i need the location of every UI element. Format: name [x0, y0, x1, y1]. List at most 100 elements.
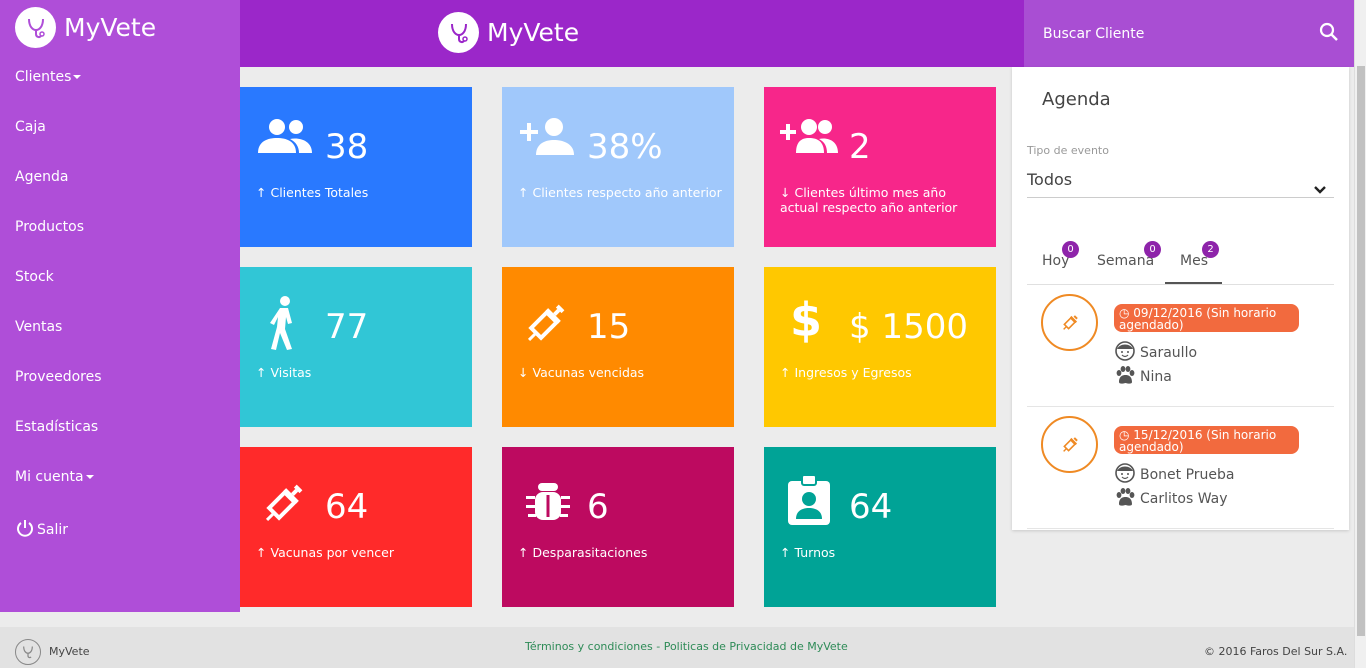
search-box: [1024, 0, 1354, 67]
sidebar-item-label: Stock: [15, 269, 54, 285]
event-type-select[interactable]: Todos: [1027, 170, 1072, 189]
search-icon[interactable]: [1319, 22, 1339, 46]
event-client[interactable]: Bonet Prueba: [1114, 462, 1235, 488]
tile-label: ↑ Clientes Totales: [256, 185, 461, 200]
tile-label-text: Vacunas vencidas: [532, 365, 645, 380]
dollar-icon: $: [790, 293, 823, 347]
agenda-panel: Agenda Tipo de evento Todos Hoy 0 Semana…: [1012, 67, 1349, 530]
header-brand[interactable]: MyVete: [438, 12, 579, 53]
badge-icon: [786, 474, 832, 531]
sidebar-item-label: Proveedores: [15, 369, 102, 385]
select-underline: [1027, 197, 1334, 198]
tile-clientes-totales[interactable]: 38 ↑ Clientes Totales: [240, 87, 472, 247]
paw-icon: [1114, 486, 1136, 512]
event-date: 09/12/2016 (Sin horario agendado): [1119, 306, 1277, 332]
tile-vacunas-por-vencer[interactable]: 64 ↑ Vacunas por vencer: [240, 447, 472, 607]
users-icon: [256, 117, 314, 161]
sidebar-brand[interactable]: MyVete: [15, 7, 156, 48]
tile-value: 77: [325, 307, 369, 347]
tile-turnos[interactable]: 64 ↑ Turnos: [764, 447, 996, 607]
stethoscope-logo-icon: [15, 7, 56, 48]
caret-down-icon: [85, 475, 94, 479]
tile-value: $ 1500: [849, 307, 968, 347]
tile-label-text: Turnos: [794, 545, 836, 560]
arrow-down-icon: ↓: [518, 365, 529, 380]
scrollbar-thumb[interactable]: [1357, 66, 1365, 636]
tile-value: 15: [587, 307, 631, 347]
tile-label: ↑ Ingresos y Egresos: [780, 365, 985, 380]
tile-ingresos-egresos[interactable]: $ $ 1500 ↑ Ingresos y Egresos: [764, 267, 996, 427]
search-input[interactable]: [1043, 25, 1313, 42]
sidebar-item-label: Mi cuenta: [15, 469, 84, 485]
face-icon: [1114, 340, 1136, 366]
page-scrollbar[interactable]: [1354, 0, 1366, 668]
footer-legal-links[interactable]: Términos y condiciones - Politicas de Pr…: [525, 640, 848, 653]
event-date-badge: ◷ 09/12/2016 (Sin horario agendado): [1114, 304, 1299, 332]
tile-label: ↓ Clientes último mes año actual respecto…: [780, 185, 985, 215]
sidebar: MyVete Clientes Caja Agenda Productos St…: [0, 0, 240, 612]
arrow-up-icon: ↑: [256, 545, 267, 560]
tile-label: ↑ Turnos: [780, 545, 985, 560]
client-name: Saraullo: [1140, 345, 1198, 361]
caret-down-icon: [73, 75, 82, 79]
sidebar-item-productos[interactable]: Productos: [15, 219, 84, 235]
tile-visitas[interactable]: 77 ↑ Visitas: [240, 267, 472, 427]
add-user-icon: [518, 117, 576, 161]
footer: MyVete Términos y condiciones - Politica…: [0, 627, 1354, 668]
tile-clientes-ultimo-mes[interactable]: 2 ↓ Clientes último mes año actual respec…: [764, 87, 996, 247]
sidebar-item-salir[interactable]: Salir: [15, 518, 68, 542]
sidebar-item-stock[interactable]: Stock: [15, 269, 54, 285]
client-name: Bonet Prueba: [1140, 467, 1235, 483]
event-client[interactable]: Saraullo: [1114, 340, 1197, 366]
tile-label-text: Vacunas por vencer: [270, 545, 394, 560]
tile-value: 38: [325, 127, 369, 167]
face-icon: [1114, 462, 1136, 488]
arrow-up-icon: ↑: [518, 545, 529, 560]
vaccine-event-icon[interactable]: [1041, 294, 1098, 351]
footer-brand: MyVete: [49, 645, 90, 658]
tile-label: ↑ Desparasitaciones: [518, 545, 723, 560]
event-pet[interactable]: Nina: [1114, 364, 1172, 390]
syringe-icon: [260, 479, 308, 531]
tile-clientes-anterior[interactable]: 38% ↑ Clientes respecto año anterior: [502, 87, 734, 247]
tab-divider: [1027, 284, 1334, 285]
sidebar-item-caja[interactable]: Caja: [15, 119, 46, 135]
tile-value: 2: [849, 127, 871, 167]
bug-icon: [526, 479, 570, 527]
tile-label-text: Desparasitaciones: [532, 545, 648, 560]
sidebar-item-agenda[interactable]: Agenda: [15, 169, 68, 185]
active-tab-indicator: [1165, 282, 1222, 284]
tile-label-text: Clientes Totales: [270, 185, 369, 200]
event-pet[interactable]: Carlitos Way: [1114, 486, 1228, 512]
tab-count-badge: 2: [1202, 241, 1219, 258]
event-date: 15/12/2016 (Sin horario agendado): [1119, 428, 1277, 454]
tab-count-badge: 0: [1062, 241, 1079, 258]
tile-value: 64: [325, 487, 369, 527]
sidebar-item-clientes[interactable]: Clientes: [15, 69, 82, 85]
sidebar-item-label: Productos: [15, 219, 85, 235]
pet-name: Carlitos Way: [1140, 491, 1228, 507]
event-date-badge: ◷ 15/12/2016 (Sin horario agendado): [1114, 426, 1299, 454]
sidebar-item-ventas[interactable]: Ventas: [15, 319, 62, 335]
event-divider: [1027, 528, 1334, 529]
agenda-title: Agenda: [1042, 89, 1111, 110]
tile-value: 6: [587, 487, 609, 527]
sidebar-item-mi-cuenta[interactable]: Mi cuenta: [15, 469, 94, 485]
header-brand-name: MyVete: [487, 18, 580, 47]
sidebar-item-label: Estadísticas: [15, 419, 99, 435]
stethoscope-logo-icon: [15, 639, 41, 665]
arrow-up-icon: ↑: [780, 545, 791, 560]
tile-desparasitaciones[interactable]: 6 ↑ Desparasitaciones: [502, 447, 734, 607]
power-icon: [15, 518, 35, 542]
sidebar-item-label: Caja: [15, 119, 46, 135]
sidebar-item-proveedores[interactable]: Proveedores: [15, 369, 102, 385]
sidebar-item-label: Agenda: [15, 169, 69, 185]
syringe-icon: [522, 299, 570, 351]
sidebar-brand-name: MyVete: [64, 13, 157, 42]
tile-vacunas-vencidas[interactable]: 15 ↓ Vacunas vencidas: [502, 267, 734, 427]
arrow-up-icon: ↑: [780, 365, 791, 380]
sidebar-item-label: Ventas: [15, 319, 63, 335]
sidebar-item-estadisticas[interactable]: Estadísticas: [15, 419, 98, 435]
tile-label-text: Clientes último mes año actual respecto …: [780, 185, 958, 215]
vaccine-event-icon[interactable]: [1041, 416, 1098, 473]
